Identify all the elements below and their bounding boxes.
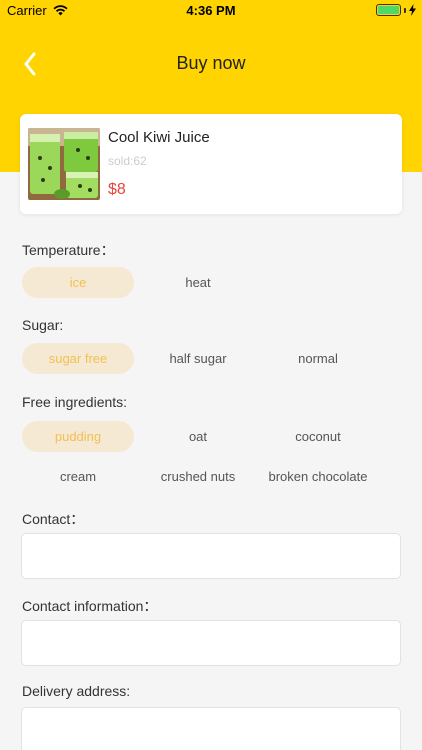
temperature-label: Temperature： (22, 242, 115, 258)
contact-information-field[interactable] (21, 620, 401, 666)
delivery-address-field[interactable] (21, 707, 401, 750)
contact-information-label: Contact information： (22, 598, 158, 614)
battery-nub (404, 7, 406, 13)
product-sold-count: sold:62 (108, 154, 147, 168)
ingredient-option-coconut[interactable]: coconut (262, 421, 374, 452)
product-card: Cool Kiwi Juice sold:62 $8 (20, 114, 402, 214)
kiwi-juice-illustration (28, 128, 100, 200)
ingredient-option-pudding[interactable]: pudding (22, 421, 134, 452)
temperature-option-ice[interactable]: ice (22, 267, 134, 298)
battery-level (378, 6, 399, 14)
sugar-label: Sugar: (22, 317, 64, 333)
product-price: $8 (108, 181, 126, 198)
ingredient-option-crushed-nuts[interactable]: crushed nuts (142, 461, 254, 492)
sugar-option-normal[interactable]: normal (262, 343, 374, 374)
status-time: 4:36 PM (186, 3, 236, 18)
navigation-bar: Buy now (0, 38, 422, 90)
ingredient-option-oat[interactable]: oat (142, 421, 254, 452)
temperature-option-heat[interactable]: heat (142, 267, 254, 298)
charging-bolt-icon (409, 4, 416, 16)
ingredient-option-cream[interactable]: cream (22, 461, 134, 492)
contact-label: Contact： (22, 511, 85, 527)
battery-icon (376, 4, 401, 16)
kiwi-juice-image (28, 128, 100, 200)
status-bar: Carrier 4:36 PM (0, 0, 422, 22)
ingredient-option-broken-chocolate[interactable]: broken chocolate (257, 461, 379, 492)
delivery-address-label: Delivery address: (22, 683, 131, 699)
sugar-option-sugar-free[interactable]: sugar free (22, 343, 134, 374)
product-name: Cool Kiwi Juice (108, 129, 210, 146)
contact-field[interactable] (21, 533, 401, 579)
page-title: Buy now (176, 53, 246, 73)
ingredients-label: Free ingredients: (22, 394, 128, 410)
status-right (376, 4, 416, 16)
sugar-option-half-sugar[interactable]: half sugar (142, 343, 254, 374)
